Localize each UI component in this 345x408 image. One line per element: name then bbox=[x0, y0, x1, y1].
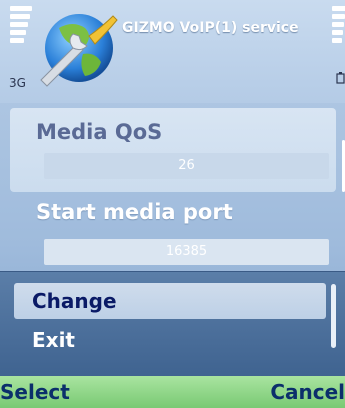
menu-item-exit[interactable]: Exit bbox=[14, 322, 326, 358]
setting-media-qos[interactable]: Media QoS 26 bbox=[10, 108, 336, 192]
app-title: GIZMO VoIP(1) service bbox=[122, 20, 299, 36]
signal-strength-icon bbox=[10, 6, 32, 46]
setting-label: Start media port bbox=[36, 200, 233, 224]
softkey-bar: Select Cancel bbox=[0, 376, 345, 408]
globe-wrench-icon bbox=[40, 14, 118, 87]
setting-label: Media QoS bbox=[36, 120, 163, 144]
battery-level-icon bbox=[332, 6, 345, 46]
cancel-softkey[interactable]: Cancel bbox=[270, 380, 345, 404]
setting-value: 26 bbox=[44, 153, 329, 179]
menu-scrollbar[interactable] bbox=[331, 284, 336, 348]
setting-start-media-port[interactable]: Start media port 16385 bbox=[10, 192, 336, 270]
battery-icon bbox=[336, 72, 345, 84]
menu-item-change[interactable]: Change bbox=[14, 283, 326, 319]
options-menu: Change Exit bbox=[0, 271, 345, 377]
select-softkey[interactable]: Select bbox=[0, 380, 70, 404]
menu-item-label: Change bbox=[32, 289, 117, 313]
network-type-label: 3G bbox=[9, 76, 26, 90]
phone-screen: 3G GIZMO VoIP(1) service Media QoS 26 St… bbox=[0, 0, 345, 408]
setting-value: 16385 bbox=[44, 239, 329, 265]
settings-list: Media QoS 26 Start media port 16385 bbox=[10, 108, 336, 270]
menu-item-label: Exit bbox=[32, 328, 75, 352]
status-header: 3G GIZMO VoIP(1) service bbox=[0, 0, 345, 103]
